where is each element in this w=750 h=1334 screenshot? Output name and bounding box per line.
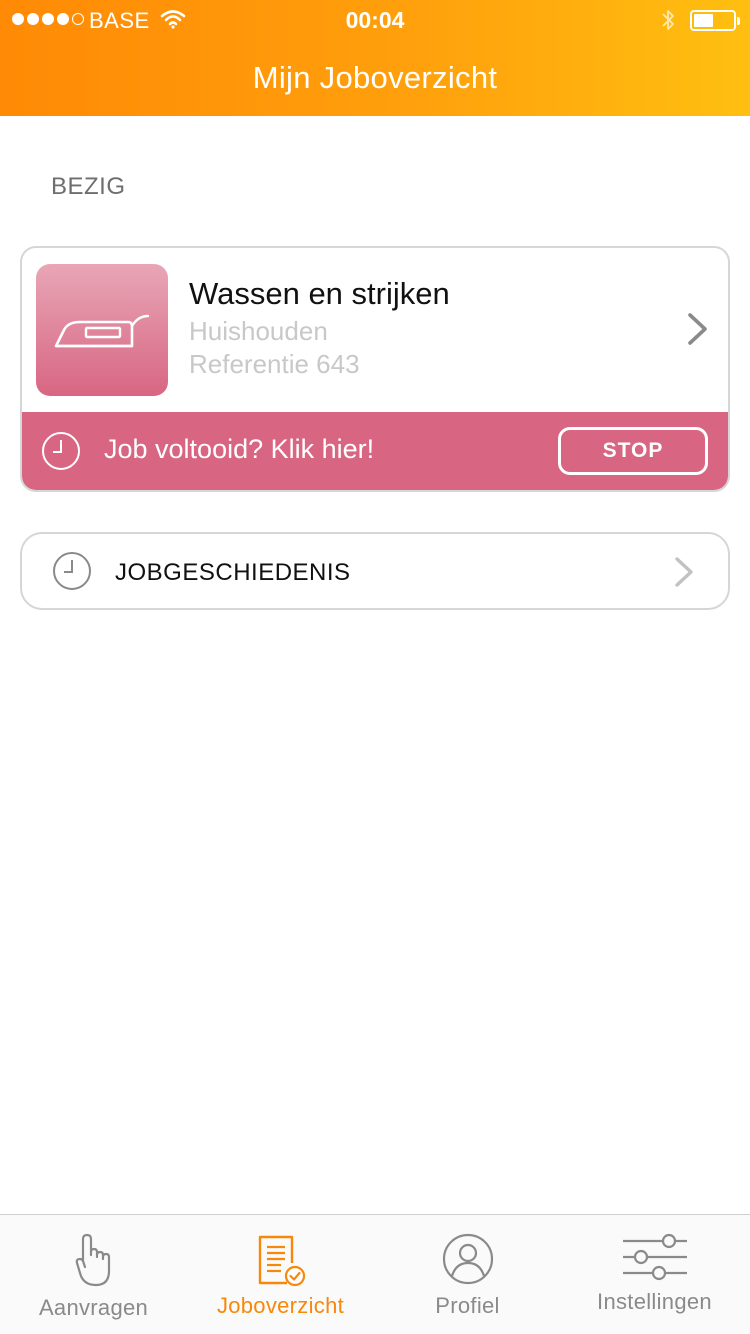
tab-label: Aanvragen (38, 1295, 149, 1320)
battery-icon (690, 10, 740, 31)
tab-profiel[interactable]: Profiel (374, 1215, 561, 1334)
chevron-right-icon (686, 312, 710, 351)
page-title: Mijn Joboverzicht (252, 60, 498, 95)
iron-icon (54, 314, 150, 348)
chevron-right-icon (673, 556, 695, 593)
tab-label: Joboverzicht (216, 1293, 345, 1318)
tab-joboverzicht[interactable]: Joboverzicht (187, 1215, 374, 1334)
job-history-button[interactable]: JOBGESCHIEDENIS (20, 532, 730, 610)
user-icon (374, 1233, 561, 1285)
bluetooth-icon (660, 8, 676, 37)
tab-label: Profiel (435, 1293, 500, 1318)
tab-instellingen[interactable]: Instellingen (561, 1215, 748, 1334)
clock-icon (41, 431, 81, 476)
active-job-card[interactable]: Wassen en strijken Huishouden Referentie… (20, 246, 730, 492)
status-time: 00:04 (345, 7, 405, 33)
header: BASE 00:04 Mijn Joboverzicht (0, 0, 750, 116)
job-thumbnail (36, 264, 168, 396)
tab-label: Instellingen (597, 1289, 712, 1314)
job-reference: Referentie 643 (189, 349, 360, 379)
job-title: Wassen en strijken (189, 276, 450, 311)
pointing-hand-icon (0, 1233, 187, 1289)
sliders-icon (561, 1233, 748, 1281)
section-label-active: BEZIG (51, 173, 126, 200)
tab-bar: Aanvragen Joboverzicht Profiel Instellin… (0, 1214, 750, 1334)
tab-aanvragen[interactable]: Aanvragen (0, 1215, 187, 1334)
status-bar: BASE 00:04 (0, 0, 750, 40)
document-check-icon (187, 1233, 374, 1289)
job-history-label: JOBGESCHIEDENIS (115, 559, 351, 586)
screen: BASE 00:04 Mijn Joboverzicht BEZIG Wasse… (0, 0, 750, 1334)
stop-button[interactable]: STOP (558, 427, 708, 475)
clock-icon (52, 551, 92, 596)
job-complete-prompt[interactable]: Job voltooid? Klik hier! (104, 434, 374, 465)
job-category: Huishouden (189, 316, 328, 346)
job-complete-bar[interactable]: Job voltooid? Klik hier! STOP (22, 412, 728, 490)
